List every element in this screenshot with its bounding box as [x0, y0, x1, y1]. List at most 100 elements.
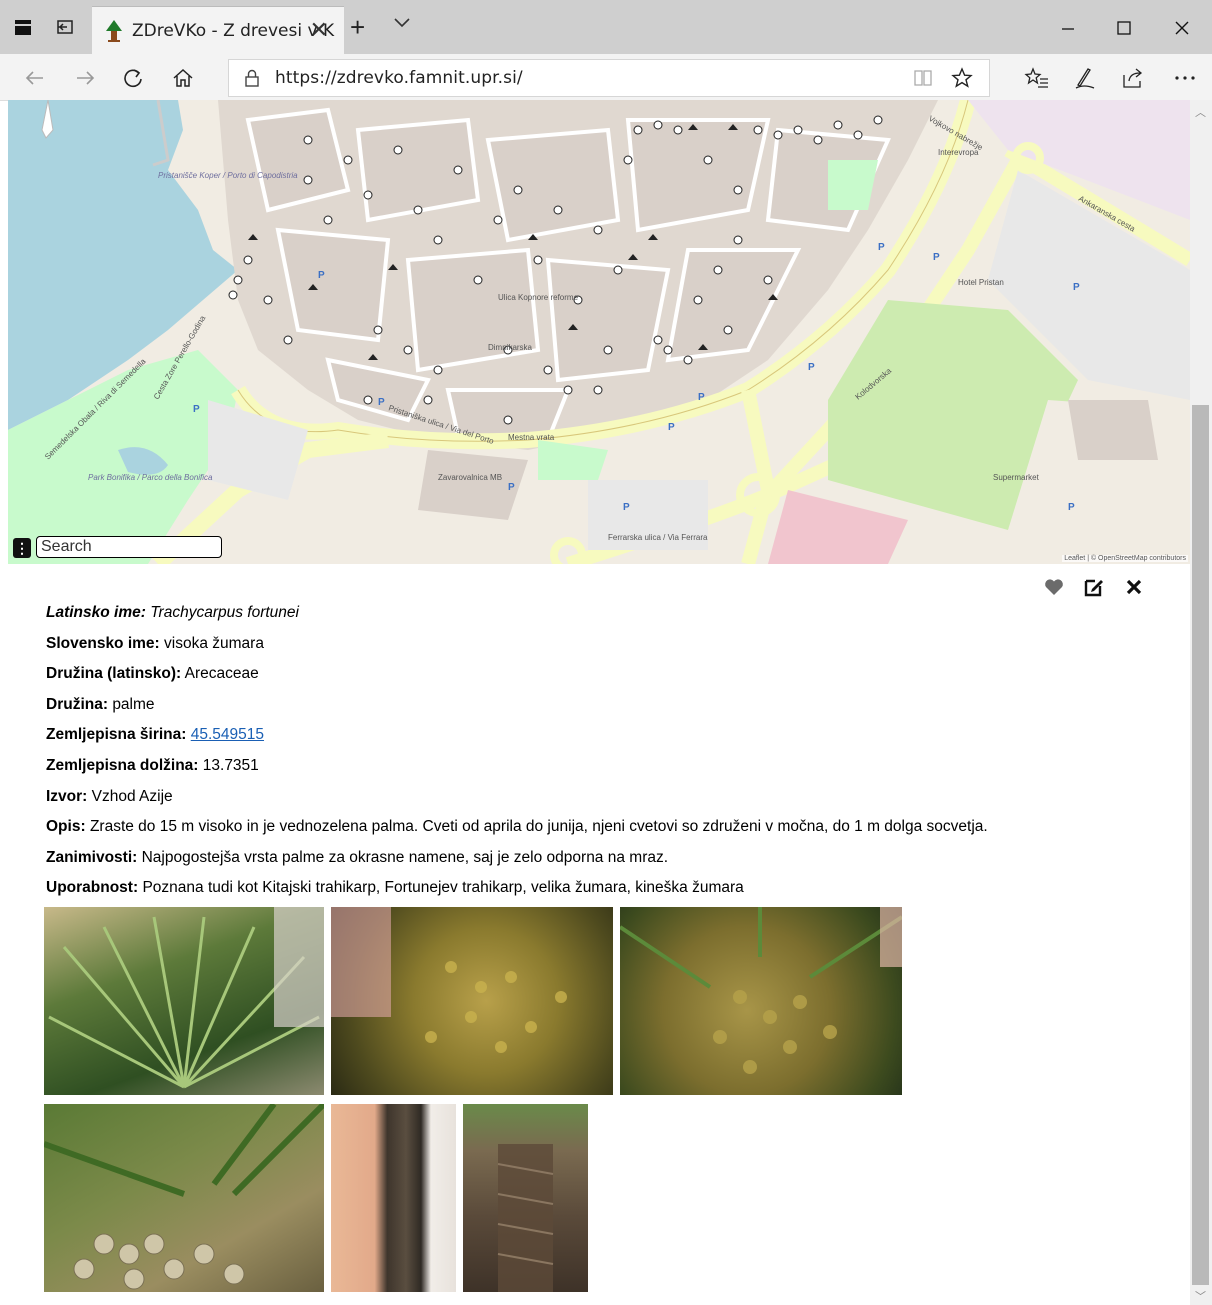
palm-flowers-image — [331, 907, 567, 1053]
svg-text:P: P — [508, 482, 515, 493]
refresh-icon[interactable] — [120, 65, 146, 91]
tree-photo-3[interactable] — [620, 907, 902, 1095]
tree-photo-2[interactable] — [331, 907, 613, 1095]
pen-notes-icon[interactable] — [1072, 65, 1098, 91]
family-value: palme — [112, 695, 155, 713]
latitude-link[interactable]: 45.549515 — [191, 726, 264, 743]
slovene-name-label: Slovensko ime: — [46, 634, 160, 652]
tab-actions-icon[interactable] — [12, 16, 34, 38]
latitude-row: Zemljepisna širina: 45.549515 — [46, 724, 1146, 755]
svg-text:P: P — [193, 404, 200, 415]
curiosities-label: Zanimivosti: — [46, 848, 138, 866]
svg-text:P: P — [378, 397, 385, 408]
scroll-up-icon[interactable]: ︿ — [1195, 104, 1206, 120]
palm-trunk-image — [497, 1144, 554, 1292]
svg-text:Mestna vrata: Mestna vrata — [508, 433, 555, 442]
back-icon[interactable] — [22, 65, 48, 91]
favorites-hub-icon[interactable] — [1024, 65, 1050, 91]
browser-toolbar: https://zdrevko.famnit.upr.si/ — [0, 54, 1212, 101]
layers-menu-icon[interactable]: ⋮ — [13, 538, 31, 558]
edit-icon[interactable] — [1083, 576, 1105, 598]
set-tabs-aside-icon[interactable] — [54, 16, 76, 38]
palm-berries-image — [44, 1104, 324, 1290]
svg-text:P: P — [1068, 502, 1075, 513]
svg-text:Interevropa: Interevropa — [938, 148, 979, 157]
scroll-down-icon[interactable]: ﹀ — [1195, 1288, 1206, 1304]
latin-name-label: Latinsko ime: — [46, 604, 146, 621]
maximize-icon[interactable] — [1110, 14, 1138, 42]
origin-value: Vzhod Azije — [91, 787, 173, 805]
description-label: Opis: — [46, 818, 86, 836]
latin-name-row: Latinsko ime: Trachycarpus fortunei — [46, 602, 1146, 633]
url-text: https://zdrevko.famnit.upr.si/ — [275, 68, 523, 88]
curiosities-value: Najpogostejša vrsta palme za okrasne nam… — [141, 848, 669, 866]
description-value: Zraste do 15 m visoko in je vednozelena … — [89, 818, 988, 836]
svg-text:Supermarket: Supermarket — [993, 473, 1040, 482]
svg-text:P: P — [318, 270, 325, 281]
svg-text:P: P — [668, 422, 675, 433]
usage-value: Poznana tudi kot Kitajski trahikarp, For… — [142, 879, 744, 897]
svg-text:P: P — [878, 242, 885, 253]
svg-text:Zavarovalnica MB: Zavarovalnica MB — [438, 473, 502, 482]
window-close-icon[interactable] — [1168, 14, 1196, 42]
more-menu-icon[interactable] — [1172, 65, 1198, 91]
family-row: Družina: palme — [46, 694, 1146, 725]
svg-text:Park Bonifika / Parco della Bo: Park Bonifika / Parco della Bonifica — [88, 473, 213, 482]
page-scrollbar[interactable]: ︿ ﹀ — [1190, 100, 1212, 1305]
address-field[interactable]: https://zdrevko.famnit.upr.si/ — [228, 59, 990, 97]
tab-zdrevko[interactable]: ZDreVKo - Z drevesi v K ✕ — [92, 6, 344, 55]
close-icon[interactable] — [1123, 576, 1145, 598]
family-label: Družina: — [46, 695, 108, 713]
latin-name-value: Trachycarpus fortunei — [150, 604, 299, 621]
tree-photo-1[interactable] — [44, 907, 324, 1095]
share-icon[interactable] — [1120, 65, 1146, 91]
tree-details: Latinsko ime: Trachycarpus fortunei Slov… — [46, 602, 1146, 908]
origin-label: Izvor: — [46, 787, 88, 805]
svg-text:P: P — [808, 362, 815, 373]
scrollbar-thumb[interactable] — [1192, 405, 1209, 1285]
minimize-icon[interactable] — [1054, 14, 1082, 42]
heart-icon[interactable] — [1043, 576, 1065, 598]
slovene-name-value: visoka žumara — [164, 634, 264, 652]
svg-text:Hotel Pristan: Hotel Pristan — [958, 278, 1004, 287]
tab-title: ZDreVKo - Z drevesi v K — [132, 21, 335, 41]
tree-map[interactable]: Pristanišče Koper / Porto di Capodistria… — [8, 100, 1190, 564]
slovene-name-row: Slovensko ime: visoka žumara — [46, 633, 1146, 664]
palm-fruit-cluster-image — [620, 907, 902, 1074]
lock-icon — [245, 69, 259, 87]
latitude-label: Zemljepisna širina: — [46, 726, 187, 744]
tree-photo-6[interactable] — [463, 1104, 588, 1292]
origin-row: Izvor: Vzhod Azije — [46, 786, 1146, 817]
longitude-value: 13.7351 — [202, 756, 259, 774]
map-tiles: Pristanišče Koper / Porto di Capodistria… — [8, 100, 1190, 564]
svg-text:P: P — [623, 502, 630, 513]
svg-text:Pristanišče Koper / Porto di C: Pristanišče Koper / Porto di Capodistria — [158, 171, 298, 180]
usage-row: Uporabnost: Poznana tudi kot Kitajski tr… — [46, 877, 1146, 908]
family-latin-value: Arecaceae — [184, 665, 259, 683]
longitude-row: Zemljepisna dolžina: 13.7351 — [46, 755, 1146, 786]
tab-close-icon[interactable]: ✕ — [310, 17, 328, 43]
family-latin-row: Družina (latinsko): Arecaceae — [46, 663, 1146, 694]
svg-text:Ulica Kopnore reforme: Ulica Kopnore reforme — [498, 293, 579, 302]
svg-text:P: P — [1073, 282, 1080, 293]
favorite-star-icon[interactable] — [951, 67, 973, 89]
usage-label: Uporabnost: — [46, 879, 139, 897]
map-attribution: Leaflet | © OpenStreetMap contributors — [1062, 555, 1188, 562]
palm-leaf-image — [48, 907, 324, 1089]
family-latin-label: Družina (latinsko): — [46, 665, 182, 683]
browser-titlebar: ZDreVKo - Z drevesi v K ✕ + — [0, 0, 1212, 55]
svg-text:P: P — [933, 252, 940, 263]
home-icon[interactable] — [170, 65, 196, 91]
map-search-input[interactable] — [36, 536, 222, 558]
curiosities-row: Zanimivosti: Najpogostejša vrsta palme z… — [46, 847, 1146, 878]
chevron-down-icon[interactable] — [393, 17, 411, 29]
new-tab-icon[interactable]: + — [350, 12, 365, 43]
tree-favicon-icon — [106, 20, 122, 42]
tree-photo-5[interactable] — [331, 1104, 456, 1292]
description-row: Opis: Zraste do 15 m visoko in je vednoz… — [46, 816, 1146, 847]
tree-photo-4[interactable] — [44, 1104, 324, 1292]
forward-icon[interactable] — [72, 65, 98, 91]
longitude-label: Zemljepisna dolžina: — [46, 756, 199, 774]
svg-text:Dimnikarska: Dimnikarska — [488, 343, 533, 352]
reading-view-icon[interactable] — [913, 69, 933, 87]
